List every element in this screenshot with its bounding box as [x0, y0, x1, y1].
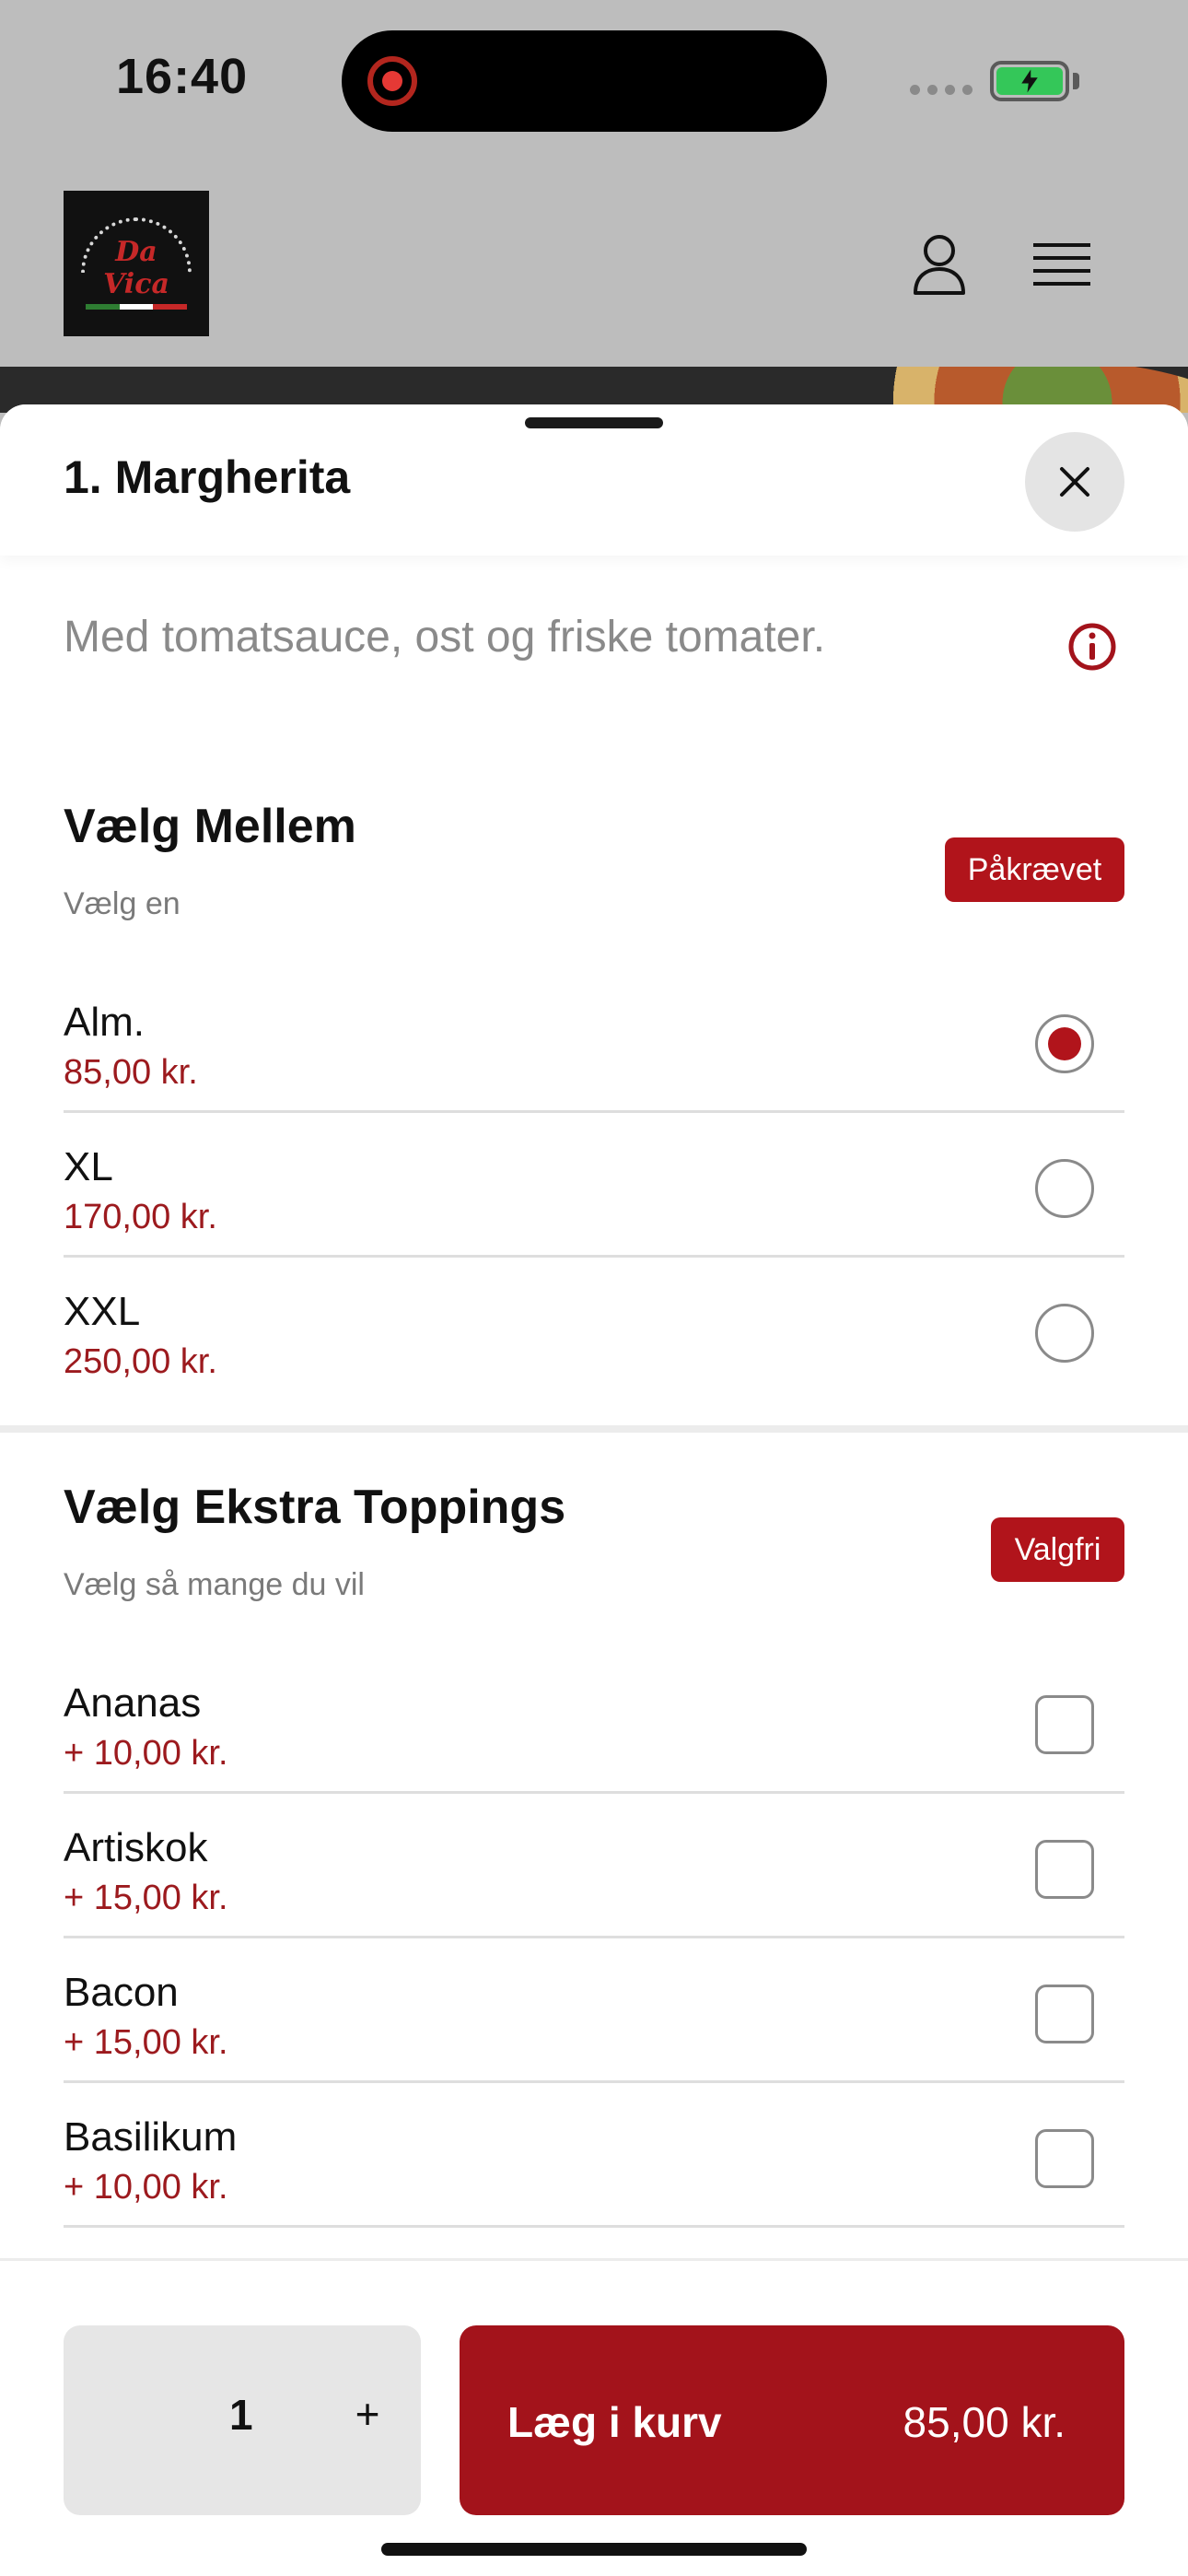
- topping-option-row[interactable]: Ananas + 10,00 kr.: [64, 1649, 1124, 1794]
- size-radio[interactable]: [1035, 1304, 1094, 1363]
- topping-checkbox[interactable]: [1035, 1985, 1094, 2043]
- size-option-row[interactable]: XL 170,00 kr.: [64, 1113, 1124, 1258]
- size-radio[interactable]: [1035, 1159, 1094, 1218]
- status-time: 16:40: [116, 49, 249, 104]
- option-name: Artiskok: [64, 1825, 208, 1870]
- size-group-title: Vælg Mellem: [64, 800, 356, 853]
- optional-badge: Valgfri: [991, 1517, 1124, 1582]
- size-option-row[interactable]: Alm. 85,00 kr.: [64, 968, 1124, 1113]
- topping-option-row[interactable]: Artiskok + 15,00 kr.: [64, 1794, 1124, 1938]
- topping-checkbox[interactable]: [1035, 1695, 1094, 1754]
- flag-stripe-white: [119, 304, 154, 310]
- app-header: Da Vica: [0, 166, 1188, 367]
- logo-flag: [86, 304, 188, 310]
- product-sheet: 1. Margherita Med tomatsauce, ost og fri…: [0, 404, 1188, 2576]
- option-name: Ananas: [64, 1680, 202, 1726]
- quantity-value: 1: [229, 2391, 253, 2439]
- option-name: XXL: [64, 1289, 141, 1334]
- home-indicator[interactable]: [381, 2543, 807, 2556]
- size-group-subtitle: Vælg en: [64, 886, 181, 921]
- required-badge: Påkrævet: [945, 837, 1124, 902]
- toppings-group-subtitle: Vælg så mange du vil: [64, 1567, 365, 1602]
- add-to-cart-button[interactable]: Læg i kurv 85,00 kr.: [460, 2325, 1124, 2515]
- dynamic-island: [342, 30, 827, 132]
- order-footer: 1 + Læg i kurv 85,00 kr.: [0, 2258, 1188, 2576]
- close-button[interactable]: [1025, 432, 1124, 532]
- option-price: 250,00 kr.: [64, 1342, 217, 1381]
- option-price: 85,00 kr.: [64, 1053, 198, 1092]
- option-price: + 15,00 kr.: [64, 1879, 228, 1917]
- user-icon[interactable]: [912, 232, 967, 297]
- option-price: + 10,00 kr.: [64, 2168, 228, 2207]
- option-name: Basilikum: [64, 2114, 238, 2160]
- option-price: + 15,00 kr.: [64, 2023, 228, 2062]
- charging-bolt-icon: [1021, 69, 1038, 93]
- topping-checkbox[interactable]: [1035, 2129, 1094, 2188]
- option-price: + 10,00 kr.: [64, 1734, 228, 1773]
- group-divider: [0, 1425, 1188, 1433]
- battery-icon: [990, 61, 1069, 101]
- sheet-header: 1. Margherita: [0, 404, 1188, 556]
- topping-option-row[interactable]: Basilikum + 10,00 kr.: [64, 2083, 1124, 2228]
- product-description: Med tomatsauce, ost og friske tomater.: [64, 613, 826, 662]
- option-name: XL: [64, 1144, 113, 1189]
- topping-checkbox[interactable]: [1035, 1840, 1094, 1899]
- topping-option-row[interactable]: Bacon + 15,00 kr.: [64, 1938, 1124, 2083]
- add-to-cart-price: 85,00 kr.: [903, 2398, 1066, 2446]
- quantity-stepper: 1 +: [64, 2325, 421, 2515]
- status-bar: 16:40: [0, 0, 1188, 166]
- flag-stripe-green: [86, 304, 120, 310]
- close-icon: [1060, 467, 1089, 497]
- restaurant-logo[interactable]: Da Vica: [64, 191, 209, 336]
- flag-stripe-red: [153, 304, 188, 310]
- size-radio[interactable]: [1035, 1014, 1094, 1073]
- option-price: 170,00 kr.: [64, 1198, 217, 1236]
- info-icon[interactable]: [1067, 622, 1117, 672]
- option-name: Alm.: [64, 1000, 145, 1045]
- sheet-grabber[interactable]: [525, 417, 663, 428]
- add-to-cart-label: Læg i kurv: [507, 2398, 722, 2446]
- logo-text: Da Vica: [103, 236, 169, 300]
- screen-recording-icon: [367, 56, 417, 106]
- increase-quantity-button[interactable]: +: [340, 2386, 395, 2441]
- product-title: 1. Margherita: [64, 451, 351, 503]
- size-option-row[interactable]: XXL 250,00 kr.: [64, 1258, 1124, 1402]
- battery-tip: [1073, 73, 1079, 89]
- hamburger-menu-icon[interactable]: [1033, 241, 1090, 289]
- cellular-signal-icon: [910, 85, 973, 95]
- option-name: Bacon: [64, 1970, 179, 2015]
- toppings-group-title: Vælg Ekstra Toppings: [64, 1481, 566, 1534]
